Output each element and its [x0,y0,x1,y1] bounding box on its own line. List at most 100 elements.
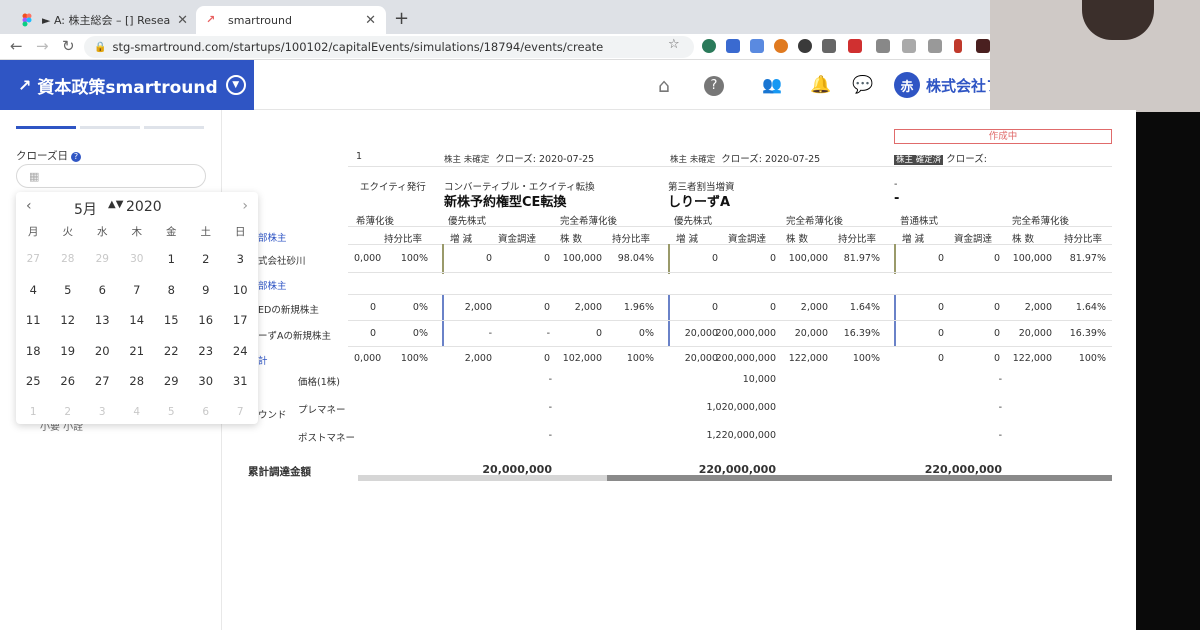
extension-icon[interactable] [848,39,862,53]
calendar-day[interactable]: 28 [120,366,155,397]
extension-icon[interactable] [726,39,740,53]
cell: 2,000 [1024,302,1052,313]
extension-icon[interactable] [876,39,890,53]
cell: 0 [993,328,1000,339]
company-menu[interactable]: 赤 株式会社フ [894,72,1001,98]
smartround-favicon-icon: ↗ [206,13,216,26]
cell: 100,000 [1012,253,1052,264]
cell: 122,000 [1012,353,1052,364]
calendar-day[interactable]: 18 [16,336,51,367]
calendar-day[interactable]: 9 [189,275,224,306]
calendar-day[interactable]: 30 [120,244,155,275]
calendar-day[interactable]: 5 [51,275,86,306]
weekday-header: 水 [97,226,108,238]
forward-icon[interactable]: → [36,37,49,55]
reload-icon[interactable]: ↻ [62,37,75,55]
browser-tab-research[interactable]: ► A: 株主総会 – [] Research an ✕ [10,6,198,34]
calendar-day[interactable]: 31 [223,366,258,397]
calendar-day[interactable]: 17 [223,305,258,336]
calendar-day[interactable]: 23 [189,336,224,367]
calendar-day[interactable]: 27 [85,366,120,397]
calendar-day[interactable]: 1 [154,244,189,275]
round-value: 1,220,000,000 [706,430,776,441]
users-icon[interactable]: 👥 [762,75,782,94]
chat-icon[interactable]: 💬 [852,75,873,95]
month-select[interactable]: 5月 [74,199,97,219]
calendar-day[interactable]: 24 [223,336,258,367]
close-date-input[interactable]: ▦ [16,164,206,188]
bell-icon[interactable]: 🔔 [810,75,831,95]
calendar-day[interactable]: 7 [120,275,155,306]
close-tab-icon[interactable]: ✕ [177,13,188,28]
new-tab-button[interactable]: + [394,8,409,29]
chevron-down-icon[interactable]: ▼ [225,75,246,95]
extension-icon[interactable] [928,39,942,53]
calendar-day[interactable]: 6 [85,275,120,306]
cell: 20,000 [1018,328,1052,339]
calendar-day[interactable]: 15 [154,305,189,336]
url-input[interactable]: 🔒 stg-smartround.com/startups/100102/cap… [84,36,694,58]
calendar-day[interactable]: 19 [51,336,86,367]
calendar-day[interactable]: 27 [16,244,51,275]
calendar-day[interactable]: 1 [16,397,51,428]
help-icon[interactable]: ? [70,152,81,162]
browser-tab-smartround[interactable]: ↗ smartround ✕ [196,6,386,34]
calendar-day[interactable]: 3 [223,244,258,275]
help-icon[interactable]: ? [704,76,724,96]
extension-icon[interactable] [750,39,764,53]
chevron-left-icon[interactable]: ‹ [26,198,32,214]
chevron-right-icon[interactable]: › [242,198,248,214]
calendar-day[interactable]: 2 [51,397,86,428]
calendar-day[interactable]: 5 [154,397,189,428]
sub-header: 増 減 [676,234,699,245]
funding-progress-bar [358,475,1112,481]
calendar-day[interactable]: 3 [85,397,120,428]
calendar-day[interactable]: 21 [120,336,155,367]
calendar-day[interactable]: 25 [16,366,51,397]
back-icon[interactable]: ← [10,37,23,55]
month-spinner-icon[interactable]: ▲▼ [108,199,123,210]
extension-icon[interactable] [822,39,836,53]
weekday-header: 火 [62,226,74,238]
calendar-day[interactable]: 28 [51,244,86,275]
extension-icon[interactable] [976,39,990,53]
brand-menu[interactable]: ↗ 資本政策smartround ▼ [0,60,254,110]
year-select[interactable]: 2020 [126,199,162,215]
calendar-day[interactable]: 6 [189,397,224,428]
calendar-day[interactable]: 29 [154,366,189,397]
calendar-day[interactable]: 8 [154,275,189,306]
column-separator [442,244,444,274]
cell: 0 [769,253,776,264]
extension-icon[interactable] [702,39,716,53]
sub-header: 株 数 [786,234,809,245]
calendar-day[interactable]: 10 [223,275,258,306]
extension-icon[interactable] [798,39,812,53]
extension-icon[interactable] [902,39,916,53]
calendar-day[interactable]: 26 [51,366,86,397]
calendar-day[interactable]: 16 [189,305,224,336]
calendar-day[interactable]: 22 [154,336,189,367]
cell: 200,000,000 [715,353,776,364]
calendar-day[interactable]: 29 [85,244,120,275]
extension-icon[interactable] [774,39,788,53]
cell: 100% [400,353,428,364]
figma-favicon-icon [20,13,34,27]
calendar-day[interactable]: 20 [85,336,120,367]
cell: 81.97% [843,253,880,264]
calendar-day[interactable]: 2 [189,244,224,275]
calendar-day[interactable]: 11 [16,305,51,336]
calendar-day[interactable]: 14 [120,305,155,336]
bookmark-star-icon[interactable]: ☆ [668,37,680,52]
calendar-day[interactable]: 30 [189,366,224,397]
extension-icon[interactable] [954,39,962,53]
calendar-day[interactable]: 13 [85,305,120,336]
cell: 100,000 [788,253,828,264]
calendar-day[interactable]: 4 [120,397,155,428]
calendar-day[interactable]: 12 [51,305,86,336]
calendar-day[interactable]: 7 [223,397,258,428]
home-icon[interactable]: ⌂ [658,75,670,97]
webcam-overlay [990,0,1200,112]
close-tab-icon[interactable]: ✕ [365,13,376,28]
calendar-day[interactable]: 4 [16,275,51,306]
event-name: 新株予約権型CE転換 [444,195,567,210]
